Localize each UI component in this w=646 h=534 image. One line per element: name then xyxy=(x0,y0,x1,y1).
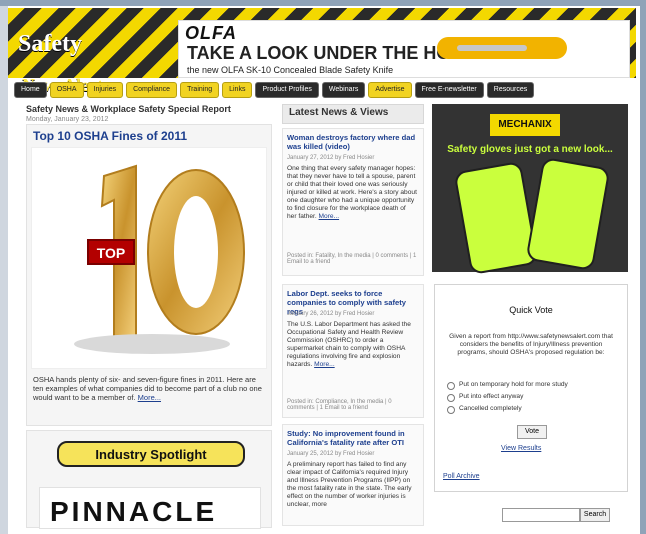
latest-news-column: Latest News & Views Woman destroys facto… xyxy=(282,104,424,526)
knife-blade-icon xyxy=(457,45,527,51)
news-item-body: A preliminary report has failed to find … xyxy=(287,461,417,509)
feature-summary: OSHA hands plenty of six- and seven-figu… xyxy=(33,375,265,402)
vote-option[interactable]: Put into effect anyway xyxy=(447,393,619,402)
nav-item-home[interactable]: Home xyxy=(14,82,47,98)
search-button[interactable]: Search xyxy=(580,508,610,522)
ad-subtitle: the new OLFA SK-10 Concealed Blade Safet… xyxy=(187,65,394,75)
news-item-title-link[interactable]: Study: No improvement found in Californi… xyxy=(287,429,417,447)
top-10-image[interactable]: TOP xyxy=(31,147,267,369)
spotlight-sponsor-logo[interactable]: PINNACLE xyxy=(39,487,261,529)
news-item: Labor Dept. seeks to force companies to … xyxy=(282,284,424,418)
news-item: Woman destroys factory where dad was kil… xyxy=(282,128,424,276)
special-report-title: Safety News & Workplace Safety Special R… xyxy=(26,104,231,114)
nav-item-compliance[interactable]: Compliance xyxy=(126,82,178,98)
industry-spotlight-label: Industry Spotlight xyxy=(95,447,207,462)
spotlight-logo-text: PINNACLE xyxy=(50,496,218,527)
nav-label: Resources xyxy=(493,86,528,93)
ad-title: TAKE A LOOK UNDER THE HOOD xyxy=(187,43,478,63)
vote-option-label: Cancelled completely xyxy=(459,405,522,412)
nav-label: Training xyxy=(187,86,213,93)
quick-vote-title: Quick Vote xyxy=(509,305,553,315)
quick-vote-options: Put on temporary hold for more study Put… xyxy=(447,381,619,417)
knife-icon xyxy=(437,37,567,59)
industry-spotlight-banner: Industry Spotlight xyxy=(57,441,245,467)
search-form: Search xyxy=(502,508,614,522)
news-item-meta: January 26, 2012 by Fred Hosier xyxy=(287,311,375,317)
quick-vote-question: Given a report from http://www.safetynew… xyxy=(449,333,613,356)
nav-item-product-profiles[interactable]: Product Profiles xyxy=(255,82,319,98)
glove-icon xyxy=(453,160,539,276)
main-nav: Home OSHA Injuries Compliance Training L… xyxy=(14,82,624,98)
right-column: MECHANIX Safety gloves just got a new lo… xyxy=(432,104,628,524)
industry-spotlight: Industry Spotlight PINNACLE xyxy=(26,430,272,529)
left-column: Safety News & Workplace Safety Special R… xyxy=(26,104,272,529)
ad-headline: Safety gloves just got a new look... xyxy=(447,144,613,155)
nav-item-injuries[interactable]: Injuries xyxy=(86,82,124,98)
glove-icon xyxy=(525,156,611,272)
logo-part-1: Safety xyxy=(18,31,82,57)
right-strip xyxy=(640,0,646,534)
radio-button[interactable] xyxy=(447,406,455,414)
nav-item-resources[interactable]: Resources xyxy=(486,82,535,98)
vote-option-label: Put on temporary hold for more study xyxy=(459,381,568,388)
nav-label: OSHA xyxy=(56,86,77,93)
news-item-footer: Posted in: Fatality, In the media | 0 co… xyxy=(287,253,417,265)
vote-option[interactable]: Cancelled completely xyxy=(447,405,619,414)
news-item-body-text: The U.S. Labor Department has asked the … xyxy=(287,321,411,368)
nav-label: Product Profiles xyxy=(262,86,312,93)
nav-label: Webinars xyxy=(328,86,359,93)
quick-vote-widget: Quick Vote Given a report from http://ww… xyxy=(434,284,628,492)
nav-label: Advertise xyxy=(375,86,405,93)
radio-button[interactable] xyxy=(447,394,455,402)
nav-label: Home xyxy=(21,86,40,93)
feature-article: Top 10 OSHA Fines of 2011 TOP OSHA hands… xyxy=(26,124,272,426)
nav-item-osha[interactable]: OSHA xyxy=(49,82,84,98)
vote-button[interactable]: Vote xyxy=(517,425,547,439)
gloves-ad[interactable]: MECHANIX Safety gloves just got a new lo… xyxy=(432,104,628,276)
special-report-date: Monday, January 23, 2012 xyxy=(26,116,109,123)
top-ad[interactable]: OLFA TAKE A LOOK UNDER THE HOOD the new … xyxy=(178,20,630,78)
site-logo[interactable]: Safety NewsAlert xyxy=(18,24,168,95)
nav-item-webinars[interactable]: Webinars xyxy=(321,82,366,98)
nav-item-links[interactable]: Links xyxy=(222,82,253,98)
news-item-title-link[interactable]: Woman destroys factory where dad was kil… xyxy=(287,133,417,151)
news-item-body: The U.S. Labor Department has asked the … xyxy=(287,321,417,369)
news-item-more-link[interactable]: More... xyxy=(319,213,340,220)
radio-button[interactable] xyxy=(447,382,455,390)
news-item-footer: Posted in: Compliance, In the media | 0 … xyxy=(287,399,392,411)
search-input[interactable] xyxy=(502,508,580,522)
nav-item-advertise[interactable]: Advertise xyxy=(368,82,412,98)
news-item-body-text: A preliminary report has failed to find … xyxy=(287,461,412,508)
nav-item-training[interactable]: Training xyxy=(180,82,220,98)
nav-label: Links xyxy=(229,86,246,93)
nav-label: Free E-newsletter xyxy=(421,86,477,93)
ad-brand-logo: MECHANIX xyxy=(490,114,560,136)
ad-brand: OLFA xyxy=(185,23,237,43)
feature-title-link[interactable]: Top 10 OSHA Fines of 2011 xyxy=(33,129,187,143)
nav-label: Compliance xyxy=(133,86,171,93)
page: Safety NewsAlert OLFA TAKE A LOOK UNDER … xyxy=(0,0,646,534)
news-item-meta: January 27, 2012 by Fred Hosier xyxy=(287,155,375,161)
news-item-more-link[interactable]: More... xyxy=(314,361,335,368)
news-item: Study: No improvement found in Californi… xyxy=(282,424,424,526)
feature-more-link[interactable]: More... xyxy=(138,393,161,402)
vote-option-label: Put into effect anyway xyxy=(459,393,524,400)
news-item-body-text: One thing that every safety manager hope… xyxy=(287,165,417,220)
poll-archive-link[interactable]: Poll Archive xyxy=(443,473,480,480)
news-item-meta: January 25, 2012 by Fred Hosier xyxy=(287,451,375,457)
nav-item-free-enewsletter[interactable]: Free E-newsletter xyxy=(414,82,484,98)
svg-text:TOP: TOP xyxy=(97,245,126,261)
top-10-graphic-icon: TOP xyxy=(32,148,266,368)
news-item-body: One thing that every safety manager hope… xyxy=(287,165,417,221)
view-results-link[interactable]: View Results xyxy=(501,445,541,452)
latest-news-header: Latest News & Views xyxy=(282,104,424,124)
site-header: Safety NewsAlert OLFA TAKE A LOOK UNDER … xyxy=(8,8,636,95)
latest-news-title: Latest News & Views xyxy=(289,107,389,118)
vote-option[interactable]: Put on temporary hold for more study xyxy=(447,381,619,390)
nav-label: Injuries xyxy=(93,86,117,93)
